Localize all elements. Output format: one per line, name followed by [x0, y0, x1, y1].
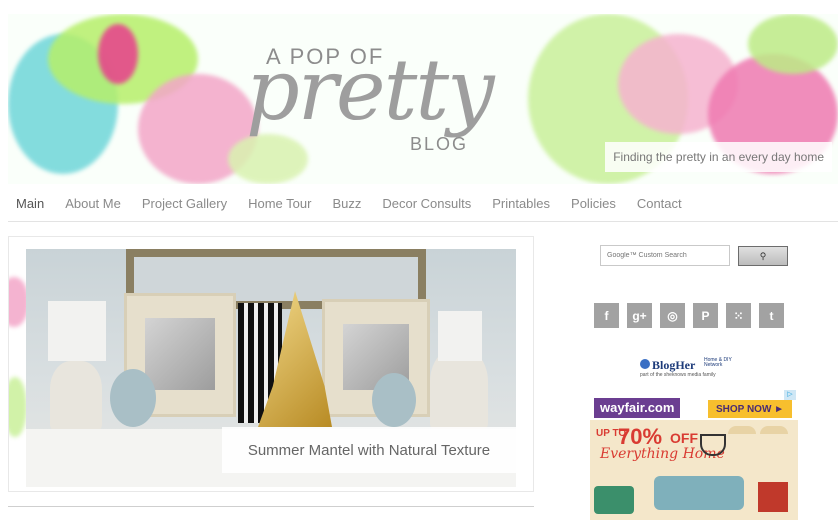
- custom-search: ⚲: [600, 245, 788, 267]
- vase: [110, 369, 156, 427]
- watercolor-blob: [748, 14, 838, 74]
- blogher-subline: part of the sheknows media family: [640, 372, 716, 378]
- shop-now-button[interactable]: SHOP NOW ►: [708, 400, 793, 418]
- candle-holder: [48, 301, 106, 361]
- pinterest-icon[interactable]: P: [693, 303, 718, 328]
- blog-header-banner[interactable]: A POP OF pretty BLOG Finding the pretty …: [8, 14, 838, 184]
- google-plus-icon[interactable]: g+: [627, 303, 652, 328]
- nav-item-contact[interactable]: Contact: [637, 196, 682, 211]
- nav-item-buzz[interactable]: Buzz: [332, 196, 361, 211]
- watercolor-blob: [9, 377, 27, 437]
- watercolor-blob: [98, 24, 138, 84]
- vase: [372, 373, 416, 427]
- featured-post-title[interactable]: Summer Mantel with Natural Texture: [222, 427, 516, 473]
- towel-stack-image: [758, 482, 788, 512]
- logo-main-text: pretty: [246, 41, 495, 139]
- lantern-left: [50, 361, 102, 431]
- chandelier-image: [700, 434, 726, 456]
- twitter-icon[interactable]: t: [759, 303, 784, 328]
- search-input[interactable]: [600, 245, 730, 266]
- blogher-badge[interactable]: BlogHer Home & DIY Network part of the s…: [640, 358, 750, 380]
- sofa-image: [654, 476, 744, 510]
- blogher-logo-icon: [640, 359, 650, 369]
- search-button[interactable]: ⚲: [738, 246, 788, 266]
- candle-holder: [438, 311, 482, 361]
- nav-item-home-tour[interactable]: Home Tour: [248, 196, 311, 211]
- nav-item-main[interactable]: Main: [16, 196, 44, 211]
- main-navigation: Main About Me Project Gallery Home Tour …: [8, 186, 838, 222]
- rss-icon[interactable]: ⁙: [726, 303, 751, 328]
- facebook-icon[interactable]: f: [594, 303, 619, 328]
- featured-post-image[interactable]: Summer Mantel with Natural Texture: [26, 249, 516, 487]
- nav-item-policies[interactable]: Policies: [571, 196, 616, 211]
- wayfair-logo[interactable]: wayfair.com: [594, 398, 681, 418]
- adchoices-icon[interactable]: ▷: [784, 390, 796, 400]
- chair-image: [594, 486, 634, 514]
- blogher-name: BlogHer: [652, 358, 696, 372]
- blogher-network: Home & DIY Network: [704, 357, 732, 368]
- nav-item-printables[interactable]: Printables: [492, 196, 550, 211]
- content-divider: [8, 506, 534, 507]
- wayfair-ad[interactable]: wayfair.com SHOP NOW ► ▷ UP TO 70% OFF E…: [590, 390, 798, 520]
- instagram-icon[interactable]: ◎: [660, 303, 685, 328]
- ad-off: OFF: [670, 430, 698, 446]
- logo-bottom-text: BLOG: [410, 134, 469, 154]
- site-tagline: Finding the pretty in an every day home: [605, 142, 832, 172]
- nav-item-about-me[interactable]: About Me: [65, 196, 121, 211]
- watercolor-blob: [228, 134, 308, 184]
- lantern-right: [430, 349, 488, 431]
- social-icons: f g+ ◎ P ⁙ t: [594, 303, 792, 328]
- search-icon: ⚲: [759, 250, 767, 261]
- nav-item-decor-consults[interactable]: Decor Consults: [382, 196, 471, 211]
- nav-item-project-gallery[interactable]: Project Gallery: [142, 196, 227, 211]
- umbrella-image: [728, 426, 756, 434]
- umbrella-image: [760, 426, 788, 434]
- featured-post[interactable]: Summer Mantel with Natural Texture: [8, 236, 534, 492]
